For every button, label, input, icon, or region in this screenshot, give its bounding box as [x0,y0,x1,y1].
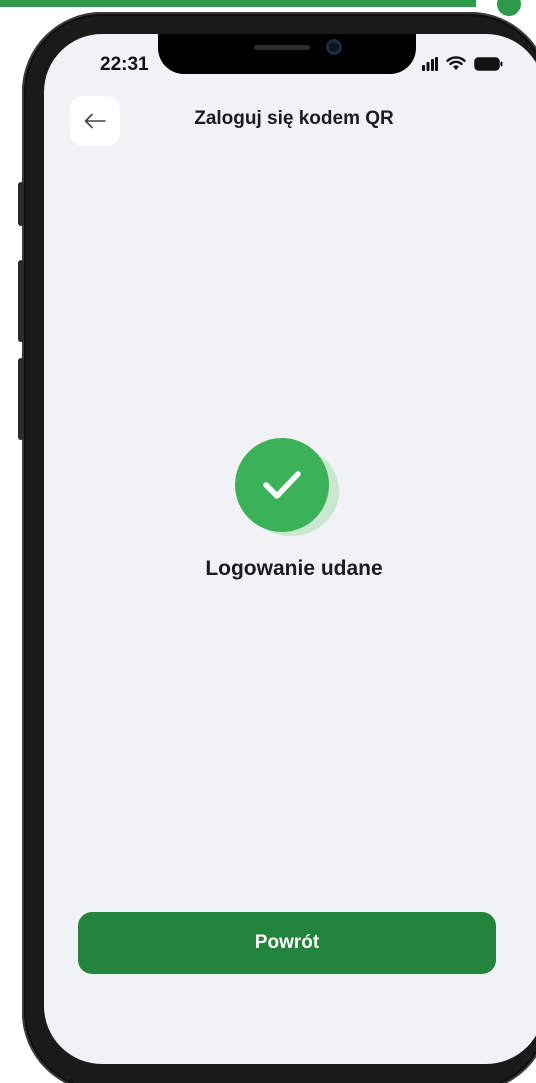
status-time: 22:31 [100,54,149,75]
wifi-icon [446,56,466,70]
app-screen: 22:31 Zaloguj się kodem QR Logowanie uda… [44,34,536,1064]
volume-up-button [18,260,24,342]
accent-dot [497,0,521,16]
camera [326,39,342,55]
success-circle [235,438,329,532]
top-accent-bar [0,0,476,7]
app-header: Zaloguj się kodem QR [44,92,536,156]
volume-down-button [18,358,24,440]
notch [158,34,416,74]
battery-icon [474,56,503,71]
speaker [254,45,310,50]
success-indicator [235,438,345,538]
success-message: Logowanie udane [205,557,383,580]
stage: 22:31 Zaloguj się kodem QR Logowanie uda… [0,0,536,1083]
mute-switch [18,182,24,226]
signal-icon [422,56,438,71]
check-icon [263,471,301,499]
page-title: Zaloguj się kodem QR [194,108,394,129]
status-icons [422,56,504,71]
return-button[interactable]: Powrót [78,912,496,974]
